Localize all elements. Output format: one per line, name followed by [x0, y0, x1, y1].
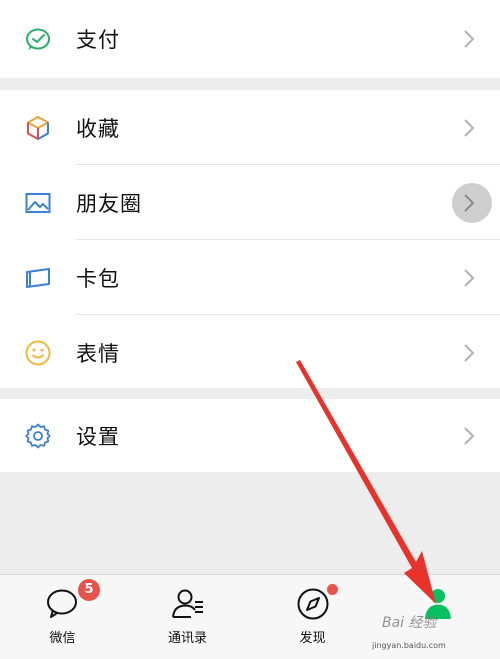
menu-item-stickers[interactable]: 表情	[0, 315, 500, 390]
content-group: 收藏 朋友圈 卡包 表情	[0, 90, 500, 388]
menu-item-label: 收藏	[76, 116, 120, 141]
tab-chats[interactable]: 5 微信	[0, 575, 125, 659]
menu-item-pay[interactable]: 支付	[0, 0, 500, 78]
chat-bubble-icon	[46, 589, 77, 618]
menu-item-label: 支付	[76, 28, 120, 52]
tab-label: 发现	[299, 631, 326, 646]
menu-item-settings[interactable]: 设置	[0, 399, 500, 472]
card-icon	[24, 264, 52, 292]
watermark-url: jingyan.baidu.com	[372, 641, 446, 650]
pay-group: 支付	[0, 0, 500, 78]
chevron-right-icon	[464, 426, 475, 445]
unread-badge: 5	[78, 579, 100, 601]
cube-icon	[24, 114, 52, 142]
notification-dot	[327, 584, 338, 595]
compass-icon	[297, 588, 328, 620]
watermark-logo: Bai 经验	[382, 615, 437, 631]
chevron-right-icon	[464, 343, 475, 362]
chevron-right-icon	[464, 268, 475, 287]
contacts-icon	[171, 589, 203, 618]
tab-contacts[interactable]: 通讯录	[125, 575, 250, 659]
smiley-icon	[24, 339, 52, 367]
menu-item-label: 设置	[76, 424, 120, 449]
menu-item-label: 朋友圈	[76, 191, 142, 216]
tab-label: 通讯录	[167, 631, 207, 646]
settings-group: 设置	[0, 399, 500, 472]
menu-item-label: 卡包	[76, 266, 120, 291]
menu-item-favorites[interactable]: 收藏	[0, 90, 500, 165]
photo-icon	[24, 189, 52, 217]
tab-discover[interactable]: 发现	[250, 575, 375, 659]
menu-item-moments[interactable]: 朋友圈	[0, 165, 500, 240]
tab-label: 微信	[49, 631, 76, 646]
menu-item-label: 表情	[76, 341, 120, 366]
menu-item-cards[interactable]: 卡包	[0, 240, 500, 315]
chevron-right-icon	[464, 118, 475, 137]
chevron-right-icon	[464, 193, 475, 212]
gear-icon	[24, 422, 52, 450]
chevron-right-icon	[464, 30, 475, 48]
wallet-check-icon	[24, 25, 52, 53]
